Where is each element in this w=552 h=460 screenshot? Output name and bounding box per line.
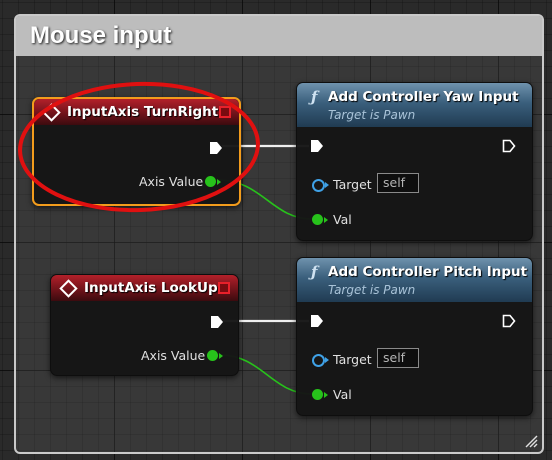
red-highlight-ellipse: [18, 81, 260, 213]
